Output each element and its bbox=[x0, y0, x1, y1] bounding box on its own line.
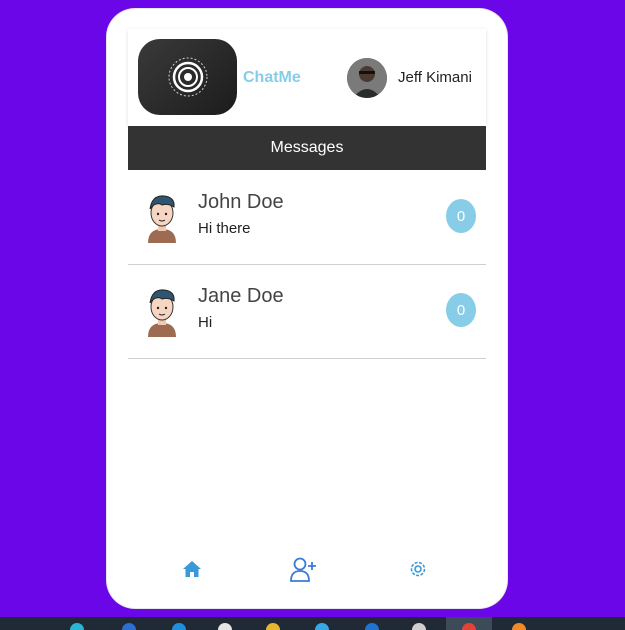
app-header: ChatMe Jeff Kimani bbox=[128, 29, 486, 126]
app-logo[interactable] bbox=[138, 39, 237, 115]
taskbar-app-icon[interactable] bbox=[218, 623, 232, 630]
taskbar-app-icon[interactable] bbox=[412, 623, 426, 630]
contact-avatar-icon bbox=[148, 195, 176, 243]
brand-name: ChatMe bbox=[243, 69, 301, 86]
taskbar-app-icon[interactable] bbox=[172, 623, 186, 630]
taskbar-app-icon[interactable] bbox=[70, 623, 84, 630]
messages-header: Messages bbox=[128, 126, 486, 170]
user-avatar[interactable] bbox=[347, 58, 387, 98]
user-name: Jeff Kimani bbox=[398, 69, 472, 86]
taskbar-app-icon[interactable] bbox=[365, 623, 379, 630]
taskbar-app-icon[interactable] bbox=[512, 623, 526, 630]
add-user-icon[interactable] bbox=[290, 556, 318, 582]
taskbar-app-icon[interactable] bbox=[315, 623, 329, 630]
unread-badge: 0 bbox=[446, 199, 476, 233]
taskbar-app-icon[interactable] bbox=[122, 623, 136, 630]
logo-icon bbox=[168, 57, 208, 97]
message-preview: Hi bbox=[198, 314, 213, 331]
contact-name: John Doe bbox=[198, 191, 284, 213]
unread-badge: 0 bbox=[446, 293, 476, 327]
contact-avatar-icon bbox=[148, 289, 176, 337]
messages-title: Messages bbox=[270, 139, 344, 156]
taskbar-app-icon[interactable] bbox=[266, 623, 280, 630]
taskbar-app-icon[interactable] bbox=[462, 623, 476, 630]
message-preview: Hi there bbox=[198, 220, 251, 237]
home-icon[interactable] bbox=[182, 559, 202, 579]
settings-icon[interactable] bbox=[408, 559, 428, 579]
conversation-row[interactable]: Jane Doe Hi 0 bbox=[128, 265, 486, 359]
os-taskbar bbox=[0, 617, 625, 630]
app-card: ChatMe Jeff Kimani Messages John Doe Hi … bbox=[107, 9, 507, 608]
conversation-row[interactable]: John Doe Hi there 0 bbox=[128, 171, 486, 265]
contact-name: Jane Doe bbox=[198, 285, 284, 307]
